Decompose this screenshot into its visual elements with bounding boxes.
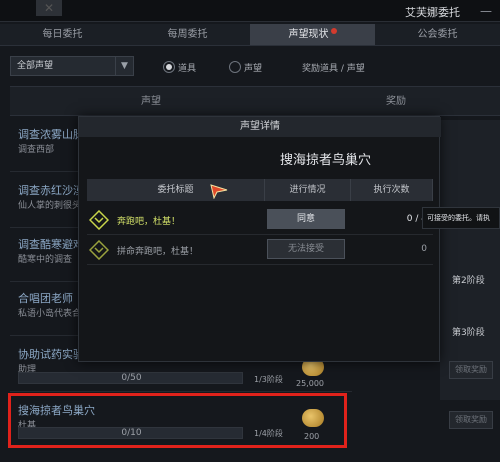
- reputation-detail-popup: 声望详情 搜海掠者鸟巢穴 委托标题 进行情况 执行次数 奔跑吧，杜基！ 同意 0…: [78, 116, 441, 362]
- tab-daily[interactable]: 每日委托: [0, 24, 125, 45]
- quest-emblem-icon: [89, 210, 109, 230]
- selected-highlight: [8, 393, 347, 448]
- radio-item[interactable]: [163, 61, 175, 73]
- column-reputation: 声望: [10, 86, 292, 116]
- list-item-title: 协助试药实验: [18, 348, 84, 361]
- execution-count: 0 / 4: [406, 214, 427, 224]
- list-item-sub: 酷寒中的调查: [18, 255, 73, 265]
- tooltip: 可接受的委托。请执: [422, 207, 500, 229]
- minimize-icon[interactable]: —: [480, 4, 492, 18]
- claim-reward-button[interactable]: 领取奖励: [449, 361, 493, 379]
- stage-panel: [440, 120, 500, 400]
- table-row[interactable]: 拼命奔跑吧，杜基！ 无法接受 0: [87, 235, 433, 265]
- tab-guild[interactable]: 公会委托: [375, 24, 500, 45]
- progress-bar: 0/50: [18, 372, 243, 384]
- execution-count: 0: [421, 244, 427, 254]
- column-reward: 奖励: [292, 86, 500, 116]
- tab-reputation[interactable]: 声望现状: [250, 24, 375, 45]
- unavailable-button: 无法接受: [267, 239, 345, 259]
- notification-dot-icon: [330, 28, 337, 34]
- reward-amount: 25,000: [296, 379, 324, 388]
- accept-button[interactable]: 同意: [267, 209, 345, 229]
- tab-bar: 每日委托 每周委托 声望现状 公会委托: [0, 24, 500, 46]
- close-icon[interactable]: ✕: [36, 0, 62, 16]
- list-item-title: 合唱团老师: [18, 292, 73, 305]
- radio-reputation-label: 声望: [244, 64, 263, 74]
- stage-3-label: 第3阶段: [452, 328, 485, 338]
- reward-hint: 奖励道具 / 声望: [302, 64, 365, 74]
- window-title: 艾芙娜委托: [405, 6, 460, 19]
- quest-name: 拼命奔跑吧，杜基！: [117, 247, 199, 257]
- list-item-title: 调查赤红沙漠: [18, 184, 84, 197]
- column-progress: 进行情况: [265, 179, 351, 201]
- flag-cursor-icon: [210, 184, 228, 199]
- list-item-sub: 仙人掌的刺很头: [18, 201, 82, 211]
- table-row[interactable]: 奔跑吧，杜基！ 同意 0 / 4: [87, 205, 433, 235]
- claim-reward-button[interactable]: 领取奖励: [449, 411, 493, 429]
- column-quest-title: 委托标题: [87, 179, 265, 201]
- quest-emblem-icon: [89, 240, 109, 260]
- list-item-sub: 私语小岛代表合: [18, 309, 82, 319]
- radio-item-label: 道具: [178, 64, 197, 74]
- tab-weekly[interactable]: 每周委托: [125, 24, 250, 45]
- list-item-title: 调查酷寒避难: [18, 238, 84, 251]
- stage-2-label: 第2阶段: [452, 276, 485, 286]
- dropdown-value: 全部声望: [17, 61, 54, 71]
- popup-title: 搜海掠者鸟巢穴: [279, 153, 371, 168]
- quest-name: 奔跑吧，杜基！: [117, 217, 181, 227]
- radio-reputation[interactable]: [229, 61, 241, 73]
- stage-label: 1/3阶段: [254, 375, 283, 384]
- column-count: 执行次数: [351, 179, 433, 201]
- chevron-down-icon: ▼: [115, 57, 133, 75]
- popup-header: 声望详情: [79, 117, 441, 137]
- list-item-title: 调查浓雾山脉: [18, 128, 84, 141]
- list-item-sub: 调查西部: [18, 145, 55, 155]
- reputation-filter-dropdown[interactable]: 全部声望 ▼: [10, 56, 134, 76]
- progress-text: 0/50: [121, 373, 142, 383]
